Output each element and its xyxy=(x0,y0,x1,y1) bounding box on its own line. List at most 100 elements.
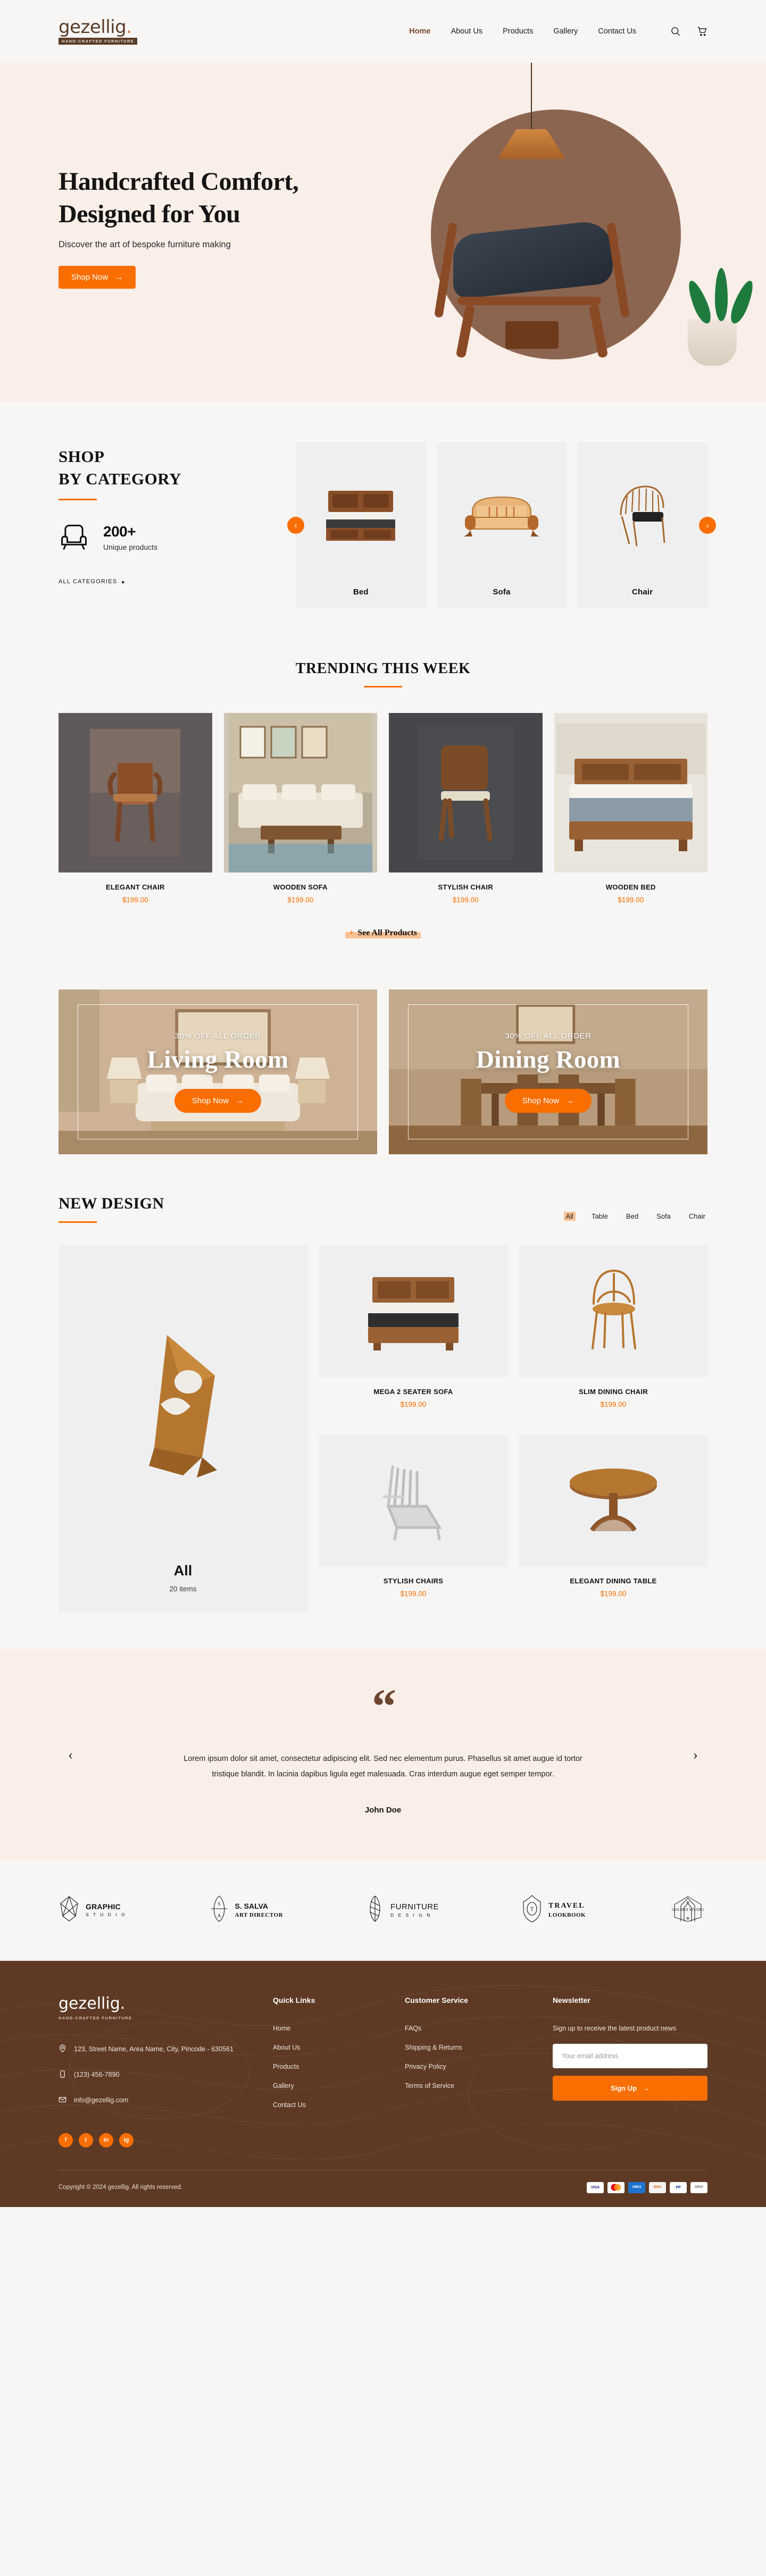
title-underline xyxy=(59,1221,97,1223)
site-header: gezellig. HAND-CRAFTED FURNITURE Home Ab… xyxy=(0,0,766,63)
filter-chair[interactable]: Chair xyxy=(687,1212,707,1221)
filter-table[interactable]: Table xyxy=(589,1212,610,1221)
product-card[interactable]: STYLISH CHAIRS $199.00 xyxy=(319,1434,507,1612)
banner-discount-label: 30% OFF ALL ORDER xyxy=(174,1031,261,1041)
banner-shop-now-button[interactable]: Shop Now → xyxy=(174,1088,262,1113)
footer-link-faqs[interactable]: FAQs xyxy=(405,2025,538,2032)
footer-link-about[interactable]: About Us xyxy=(273,2044,390,2051)
hero-shop-now-button[interactable]: Shop Now → xyxy=(59,266,136,289)
nav-item-contact[interactable]: Contact Us xyxy=(598,27,636,36)
instagram-icon[interactable]: ig xyxy=(119,2133,134,2147)
product-card[interactable]: MEGA 2 SEATER SOFA $199.00 xyxy=(319,1245,507,1423)
product-card[interactable]: STYLISH CHAIR $199.00 xyxy=(389,713,543,904)
footer-email[interactable]: info@gezellig.com xyxy=(59,2095,258,2109)
logo-wordmark: gezellig. xyxy=(59,16,132,38)
cart-icon[interactable] xyxy=(697,26,707,37)
footer-link-contact[interactable]: Contact Us xyxy=(273,2101,390,2109)
shield-monogram-icon: T xyxy=(521,1894,543,1926)
quote-icon: “ xyxy=(372,1679,396,1733)
plant-pot-icon xyxy=(688,319,737,366)
feature-subtitle: 20 items xyxy=(169,1585,197,1593)
product-card[interactable]: WOODEN BED $199.00 xyxy=(554,713,707,904)
product-price: $199.00 xyxy=(618,896,644,904)
product-name: ELEGANT CHAIR xyxy=(105,883,165,891)
product-name: MEGA 2 SEATER SOFA xyxy=(373,1388,453,1396)
new-design-section: NEW DESIGN All Table Bed Sofa Chair All … xyxy=(0,1154,766,1649)
carousel-next-button[interactable]: › xyxy=(699,517,716,534)
new-design-feature-card[interactable]: All 20 items xyxy=(59,1245,307,1612)
filter-sofa[interactable]: Sofa xyxy=(654,1212,673,1221)
testimonial-prev-button[interactable]: ‹ xyxy=(68,1747,73,1764)
category-card-sofa[interactable]: Sofa xyxy=(436,442,567,608)
category-card-bed[interactable]: Bed xyxy=(296,442,426,608)
testimonial-next-button[interactable]: › xyxy=(693,1747,698,1764)
sofa-image xyxy=(437,442,567,588)
product-price: $199.00 xyxy=(122,896,148,904)
see-all-products-link[interactable]: + See All Products xyxy=(345,928,421,938)
footer-link-shipping[interactable]: Shipping & Returns xyxy=(405,2044,538,2051)
product-image xyxy=(319,1245,507,1377)
brand-logo-s-salva: S A S. SALVA ART DIRECTOR xyxy=(209,1895,283,1925)
title-underline xyxy=(59,498,97,500)
nav-item-home[interactable]: Home xyxy=(409,27,430,36)
twitter-icon[interactable]: t xyxy=(79,2133,93,2147)
brand-subtitle: S T U D I O xyxy=(86,1912,127,1918)
title-underline xyxy=(364,686,402,687)
promo-banners: 30% OFF ALL ORDER Living Room Shop Now → xyxy=(0,970,766,1154)
footer-logo[interactable]: gezellig. xyxy=(59,1996,258,2012)
filter-bed[interactable]: Bed xyxy=(624,1212,640,1221)
newsletter-signup-button[interactable]: Sign Up → xyxy=(553,2076,707,2101)
copyright-text: Copyright © 2024 gezellig. All rights re… xyxy=(59,2184,182,2191)
carousel-prev-button[interactable]: ‹ xyxy=(287,517,304,534)
main-navigation: Home About Us Products Gallery Contact U… xyxy=(409,26,707,37)
nav-item-products[interactable]: Products xyxy=(503,27,533,36)
product-image xyxy=(389,713,543,872)
product-image xyxy=(319,1434,507,1566)
arch-badge-icon: GOLDEN STUDIO xyxy=(668,1895,707,1925)
product-card[interactable]: ELEGANT DINING TABLE $199.00 xyxy=(519,1434,707,1612)
search-icon[interactable] xyxy=(670,26,681,37)
banner-shop-now-button[interactable]: Shop Now → xyxy=(504,1088,592,1113)
leaf-badge-icon: S A xyxy=(209,1895,229,1925)
svg-text:S: S xyxy=(218,1901,220,1907)
newsletter-email-input[interactable] xyxy=(553,2044,707,2069)
unique-products-stat: 200+ Unique products xyxy=(59,523,271,553)
location-pin-icon xyxy=(59,2044,66,2058)
brand-name: S. SALVA xyxy=(235,1901,269,1910)
product-card[interactable]: WOODEN SOFA $199.00 xyxy=(223,713,377,904)
footer-phone[interactable]: (123) 456-7890 xyxy=(59,2069,258,2083)
chair-image xyxy=(577,442,707,588)
armchair-icon xyxy=(59,523,89,553)
facebook-icon[interactable]: f xyxy=(59,2133,73,2147)
footer-link-products[interactable]: Products xyxy=(273,2063,390,2070)
new-design-title: NEW DESIGN xyxy=(59,1195,164,1212)
promo-banner-living-room[interactable]: 30% OFF ALL ORDER Living Room Shop Now → xyxy=(59,989,377,1154)
brand-logo-travel-lookbook: T TRAVEL LOOKBOOK xyxy=(521,1894,586,1926)
footer-link-privacy[interactable]: Privacy Policy xyxy=(405,2063,538,2070)
footer-logo-tagline: HAND-CRAFTED FURNITURE xyxy=(59,2016,132,2021)
product-name: STYLISH CHAIRS xyxy=(383,1577,444,1585)
product-card[interactable]: SLIM DINING CHAIR $199.00 xyxy=(519,1245,707,1423)
all-categories-link[interactable]: ALL CATEGORIES ▸ xyxy=(59,578,126,585)
shop-category-title: SHOP BY CATEGORY xyxy=(59,447,181,488)
nav-item-about[interactable]: About Us xyxy=(451,27,482,36)
nav-item-gallery[interactable]: Gallery xyxy=(553,27,578,36)
category-card-chair[interactable]: Chair xyxy=(577,442,708,608)
footer-link-terms[interactable]: Terms of Service xyxy=(405,2082,538,2090)
trending-product-grid: ELEGANT CHAIR $199.00 WOODEN SOFA $199.0… xyxy=(59,713,707,904)
gem-icon xyxy=(59,1895,80,1925)
discover-icon: DISC xyxy=(649,2181,666,2193)
footer-newsletter-column: Newsletter Sign up to receive the latest… xyxy=(553,1996,707,2147)
footer-link-gallery[interactable]: Gallery xyxy=(273,2082,390,2090)
linkedin-icon[interactable]: in xyxy=(99,2133,113,2147)
product-card[interactable]: ELEGANT CHAIR $199.00 xyxy=(59,713,212,904)
stat-number: 200+ xyxy=(103,523,136,540)
payment-methods: VISA AMEX DISC PP GPAY xyxy=(587,2181,707,2193)
brand-name: GRAPHIC xyxy=(86,1902,121,1911)
filter-all[interactable]: All xyxy=(563,1212,576,1221)
quick-links-title: Quick Links xyxy=(273,1996,315,2005)
new-design-grid: All 20 items MEGA 2 SEATER SOFA $199.00 xyxy=(59,1245,707,1612)
site-logo[interactable]: gezellig. HAND-CRAFTED FURNITURE xyxy=(59,16,138,45)
footer-link-home[interactable]: Home xyxy=(273,2025,390,2032)
promo-banner-dining-room[interactable]: 30% OFF ALL ORDER Dining Room Shop Now → xyxy=(389,989,707,1154)
